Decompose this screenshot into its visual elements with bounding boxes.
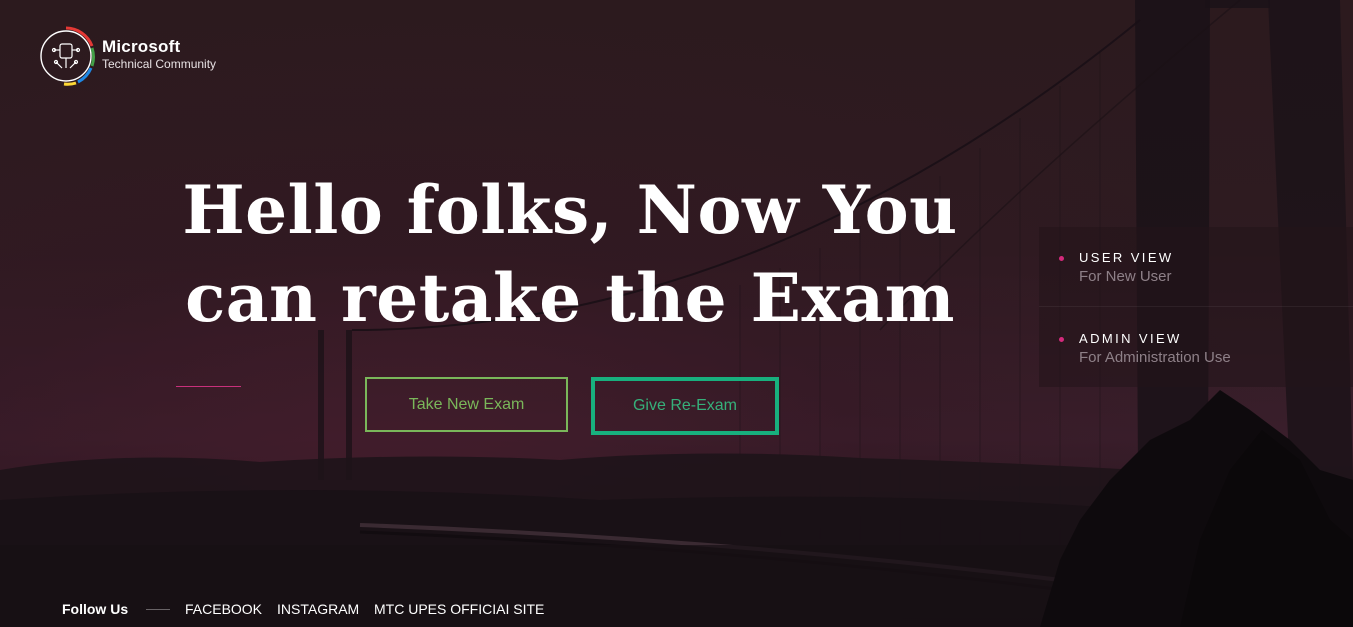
give-re-exam-button[interactable]: Give Re-Exam: [591, 377, 779, 435]
admin-view-menu-item[interactable]: ADMIN VIEW For Administration Use: [1039, 308, 1353, 388]
admin-view-subtitle: For Administration Use: [1079, 349, 1231, 366]
hero-title-line-2: can retake the Exam: [185, 259, 955, 337]
user-view-menu-item[interactable]: USER VIEW For New User: [1039, 227, 1353, 307]
user-view-title: USER VIEW: [1079, 250, 1174, 265]
user-view-subtitle: For New User: [1079, 268, 1172, 285]
bullet-dot-icon: [1059, 256, 1064, 261]
view-selector-panel: USER VIEW For New User ADMIN VIEW For Ad…: [1039, 227, 1353, 387]
logo-subtitle: Technical Community: [102, 57, 217, 71]
follow-us-label: Follow Us: [62, 601, 129, 617]
facebook-link[interactable]: FACEBOOK: [185, 601, 262, 617]
mtc-logo-icon: [40, 26, 95, 86]
take-new-exam-button[interactable]: Take New Exam: [365, 377, 568, 432]
accent-divider: [176, 386, 241, 387]
hero-title-line-1: Hello folks, Now You: [182, 171, 958, 249]
bullet-dot-icon: [1059, 337, 1064, 342]
instagram-link[interactable]: INSTAGRAM: [277, 601, 359, 617]
hero-title: Hello folks, Now You can retake the Exam: [170, 166, 970, 342]
follow-divider: [146, 609, 170, 610]
mtc-official-site-link[interactable]: MTC UPES OFFICIAI SITE: [374, 601, 544, 617]
site-logo[interactable]: Microsoft Technical Community: [36, 22, 216, 90]
logo-title: Microsoft: [102, 37, 181, 56]
landing-page: Microsoft Technical Community Hello folk…: [0, 0, 1353, 627]
admin-view-title: ADMIN VIEW: [1079, 331, 1182, 346]
logo-text: Microsoft Technical Community: [102, 37, 216, 71]
